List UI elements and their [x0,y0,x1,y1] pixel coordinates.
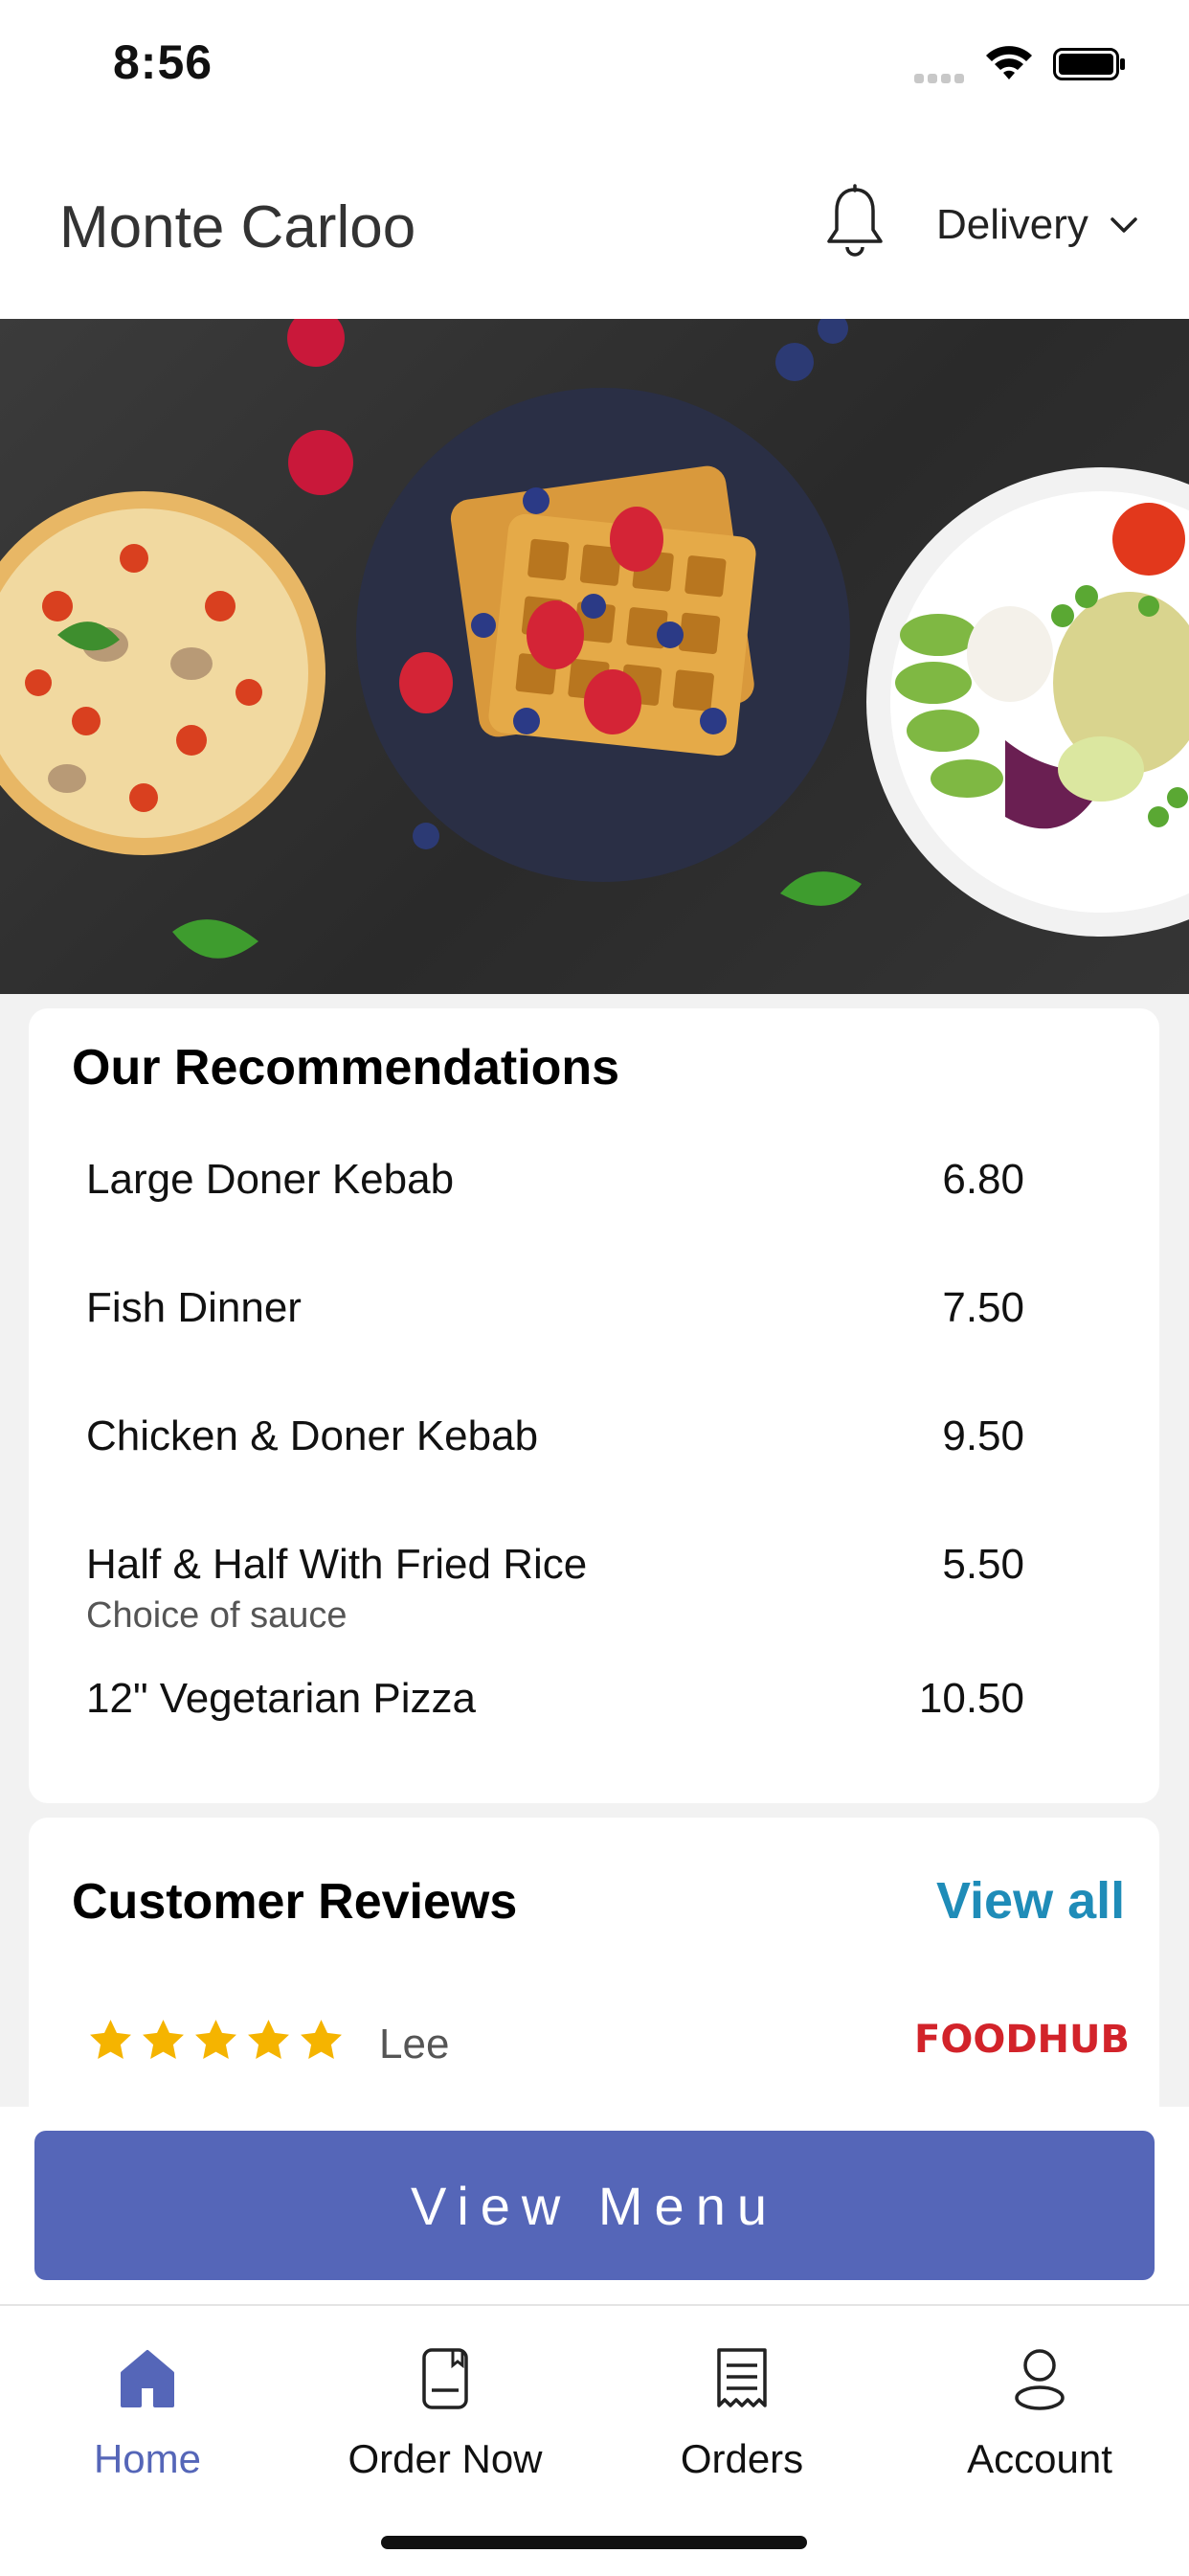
hero-banner-image [0,319,1189,994]
chevron-down-icon [1110,217,1137,233]
item-name: Chicken & Doner Kebab [86,1412,539,1459]
order-now-icon [422,2348,468,2409]
item-price: 10.50 [918,1675,1024,1722]
rating-stars [86,2017,346,2065]
restaurant-title: Monte Carloo [59,194,416,260]
item-price: 9.50 [942,1412,1024,1459]
user-icon [1015,2349,1065,2410]
notification-bell-icon[interactable] [823,184,886,259]
battery-icon [1053,48,1125,80]
delivery-mode-select[interactable]: Delivery [936,197,1138,253]
tab-orders[interactable]: Orders [627,2346,857,2482]
list-item[interactable]: Fish Dinner 7.50 [57,1273,1130,1349]
list-item[interactable]: Half & Half With Fried Rice 5.50 Choice … [57,1529,1130,1644]
reviewer-name: Lee [379,2021,450,2068]
item-name: 12" Vegetarian Pizza [86,1675,476,1722]
item-name: Large Doner Kebab [86,1156,455,1203]
list-item[interactable]: 12" Vegetarian Pizza 10.50 [57,1663,1130,1740]
item-price: 6.80 [942,1156,1024,1203]
customer-reviews-title: Customer Reviews [72,1874,518,1930]
delivery-mode-label: Delivery [936,201,1088,248]
cellular-signal-icon [914,71,972,83]
star-icon [301,2020,342,2059]
item-subtitle: Choice of sauce [86,1595,348,1636]
tab-home[interactable]: Home [33,2346,262,2482]
home-indicator[interactable] [381,2536,807,2549]
receipt-icon [717,2348,767,2407]
status-time: 8:56 [113,35,213,89]
star-icon [248,2020,289,2059]
tab-label: Order Now [348,2436,543,2481]
item-name: Half & Half With Fried Rice [86,1541,588,1588]
tab-label: Orders [680,2436,804,2481]
home-icon [121,2350,174,2407]
view-menu-button[interactable]: View Menu [34,2131,1155,2280]
customer-reviews-card [29,1818,1159,2134]
star-icon [143,2020,184,2059]
star-icon [195,2020,236,2059]
tab-label: Home [93,2436,202,2481]
list-item[interactable]: Large Doner Kebab 6.80 [57,1144,1130,1221]
tab-account[interactable]: Account [925,2346,1155,2482]
food-photo [0,319,1189,959]
tab-order-now[interactable]: Order Now [330,2346,560,2482]
wifi-icon [986,46,1032,79]
list-item[interactable]: Chicken & Doner Kebab 9.50 [57,1401,1130,1478]
tab-label: Account [967,2436,1112,2481]
view-all-reviews-link[interactable]: View all [936,1871,1125,1931]
item-price: 7.50 [942,1284,1024,1331]
recommendations-title: Our Recommendations [72,1040,620,1096]
foodhub-logo: FOODHUB [914,2018,1130,2062]
star-icon [90,2020,131,2059]
item-price: 5.50 [942,1541,1024,1588]
item-name: Fish Dinner [86,1284,302,1331]
